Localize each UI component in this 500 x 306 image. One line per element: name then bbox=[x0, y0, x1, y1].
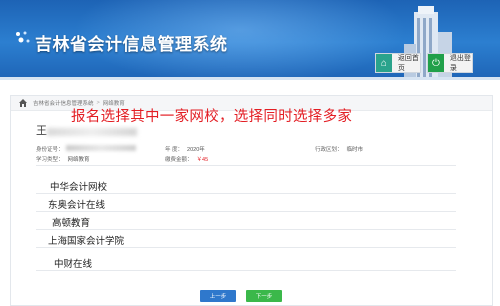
region-row: 行政区划： 临时市 bbox=[315, 145, 363, 153]
divider bbox=[36, 165, 456, 166]
logo-icon bbox=[16, 31, 30, 43]
fee-value: ￥45 bbox=[196, 157, 209, 163]
school-option[interactable]: 上海国家会计学院 bbox=[36, 230, 456, 248]
fee-label: 缴费金额： bbox=[165, 157, 193, 163]
previous-step-button[interactable]: 上一步 bbox=[200, 290, 236, 302]
home-button[interactable]: ⌂ 返回首页 bbox=[375, 53, 421, 73]
region-label: 行政区划： bbox=[315, 147, 343, 153]
school-label: 上海国家会计学院 bbox=[48, 236, 125, 247]
power-icon: ⏻ bbox=[428, 54, 444, 72]
fee-row: 缴费金额： ￥45 bbox=[165, 155, 208, 163]
header-banner: 吉林省会计信息管理系统 ⌂ 返回首页 ⏻ 退出登录 bbox=[0, 0, 500, 80]
app-title: 吉林省会计信息管理系统 bbox=[35, 35, 228, 54]
study-type-row: 学习类型： 网络教育 bbox=[36, 155, 90, 163]
region-value: 临时市 bbox=[346, 147, 364, 153]
next-step-button[interactable]: 下一步 bbox=[246, 290, 282, 302]
study-type-label: 学习类型： bbox=[36, 157, 64, 163]
study-type-value: 网络教育 bbox=[67, 157, 90, 163]
home-icon bbox=[19, 99, 27, 107]
school-label: 高顿教育 bbox=[52, 218, 91, 229]
id-label: 身份证号： bbox=[36, 147, 64, 153]
home-icon: ⌂ bbox=[376, 54, 392, 72]
name-redaction bbox=[47, 128, 137, 136]
logout-button-label: 退出登录 bbox=[449, 55, 471, 72]
home-button-label: 返回首页 bbox=[397, 55, 419, 72]
school-option[interactable]: 高顿教育 bbox=[36, 212, 456, 230]
student-name: 王 bbox=[36, 125, 47, 137]
school-option[interactable]: 东奥会计在线 bbox=[36, 194, 456, 212]
school-option[interactable]: 中财在线 bbox=[36, 253, 456, 271]
year-row: 年 度： 2020年 bbox=[165, 145, 205, 153]
school-label: 东奥会计在线 bbox=[48, 200, 106, 211]
instruction-annotation: 报名选择其中一家网校，选择同时选择多家 bbox=[71, 109, 353, 125]
year-label: 年 度： bbox=[165, 147, 184, 153]
year-value: 2020年 bbox=[187, 147, 205, 153]
school-option[interactable]: 中华会计网校 bbox=[36, 176, 456, 194]
school-label: 中华会计网校 bbox=[50, 182, 108, 193]
school-label: 中财在线 bbox=[54, 259, 93, 270]
logout-button[interactable]: ⏻ 退出登录 bbox=[427, 53, 473, 73]
id-redaction bbox=[66, 145, 136, 151]
id-number-row: 身份证号： bbox=[36, 145, 64, 153]
